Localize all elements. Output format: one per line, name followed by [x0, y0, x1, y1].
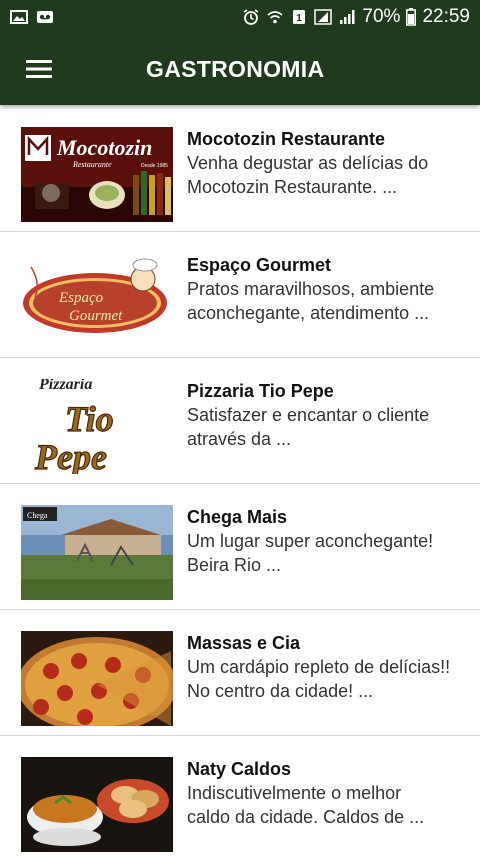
- tio-pepe-logo-image: Pizzaria Tio Pepe: [21, 379, 173, 474]
- restaurant-name: Naty Caldos: [187, 759, 292, 779]
- tio-pepe-logo-top: Pizzaria: [38, 379, 92, 393]
- restaurant-description-line-1: Venha degustar as delícias do: [187, 153, 429, 173]
- page-title: GASTRONOMIA: [146, 55, 325, 82]
- mocotozin-logo-since: Desde 1985: [141, 163, 168, 169]
- list-item-massas-e-cia[interactable]: Massas e Cia Um cardápio repleto de delí…: [0, 610, 480, 736]
- restaurant-description-line-2: aconchegante, atendimento ...: [187, 303, 430, 323]
- restaurant-description-line-1: Indiscutivelmente o melhor: [187, 783, 402, 803]
- battery-icon: [406, 7, 417, 26]
- mocotozin-logo-subtitle: Restaurante: [72, 160, 112, 169]
- tio-pepe-logo-word-2: Pepe: [34, 437, 107, 474]
- chega-mais-photo: Chega: [21, 505, 173, 600]
- naty-caldos-photo: [21, 757, 173, 852]
- sim-1-icon: 1: [293, 9, 306, 24]
- list-item-mocotozin[interactable]: Mocotozin Restaurante Desde 1985 Mocotoz…: [0, 106, 480, 232]
- massas-e-cia-photo: [21, 631, 173, 726]
- restaurant-name: Mocotozin Restaurante: [187, 129, 386, 149]
- restaurant-name: Massas e Cia: [187, 633, 301, 653]
- restaurant-name: Chega Mais: [187, 507, 288, 527]
- battery-percent: 70%: [362, 5, 401, 27]
- restaurant-description-line-2: Beira Rio ...: [187, 555, 282, 575]
- chega-mais-logo-text: Chega: [27, 511, 48, 520]
- restaurant-description-line-2: caldo da cidade. Caldos de ...: [187, 807, 425, 827]
- signal-box-icon: [314, 8, 333, 25]
- mocotozin-logo-text: Mocotozin: [56, 135, 152, 160]
- hamburger-menu-icon: [26, 60, 52, 78]
- clock: 22:59: [422, 5, 470, 27]
- list-item-chega-mais[interactable]: Chega Chega Mais Um lugar super aconcheg…: [0, 484, 480, 610]
- app-bar: GASTRONOMIA: [0, 33, 480, 105]
- restaurant-description-line-1: Satisfazer e encantar o cliente: [187, 405, 430, 425]
- menu-button[interactable]: [0, 33, 78, 105]
- restaurant-description-line-1: Pratos maravilhosos, ambiente: [187, 279, 435, 299]
- signal-strength-icon: [340, 9, 355, 24]
- restaurant-name: Espaço Gourmet: [187, 255, 332, 275]
- espaco-logo-text-2: Gourmet: [69, 308, 123, 324]
- list-item-espaco-gourmet[interactable]: Espaço Gourmet Espaço Gourmet Pratos mar…: [0, 232, 480, 358]
- alarm-icon: [243, 8, 259, 25]
- voicemail-notification-icon: [37, 10, 53, 23]
- svg-text:1: 1: [297, 13, 303, 24]
- status-bar: 1 70% 22:59: [0, 0, 480, 33]
- restaurant-list: Mocotozin Restaurante Desde 1985 Mocotoz…: [0, 106, 480, 862]
- mocotozin-logo-image: Mocotozin Restaurante Desde 1985: [21, 127, 173, 222]
- restaurant-description-line-1: Um lugar super aconchegante!: [187, 531, 434, 551]
- espaco-gourmet-logo-image: Espaço Gourmet: [21, 253, 173, 348]
- restaurant-description-line-1: Um cardápio repleto de delícias!!: [187, 657, 451, 677]
- espaco-logo-text-1: Espaço: [58, 290, 104, 306]
- gallery-notification-icon: [10, 9, 28, 24]
- restaurant-description-line-2: No centro da cidade! ...: [187, 681, 374, 701]
- list-item-pizzaria-tio-pepe[interactable]: Pizzaria Tio Pepe Pizzaria Tio Pepe Sati…: [0, 358, 480, 484]
- tio-pepe-logo-word-1: Tio: [65, 399, 114, 439]
- list-item-naty-caldos[interactable]: Naty Caldos Indiscutivelmente o melhor c…: [0, 736, 480, 862]
- restaurant-description-line-2: Mocotozin Restaurante. ...: [187, 177, 398, 197]
- wifi-icon: [267, 10, 283, 23]
- restaurant-name: Pizzaria Tio Pepe: [187, 381, 334, 401]
- restaurant-description-line-2: através da ...: [187, 429, 292, 449]
